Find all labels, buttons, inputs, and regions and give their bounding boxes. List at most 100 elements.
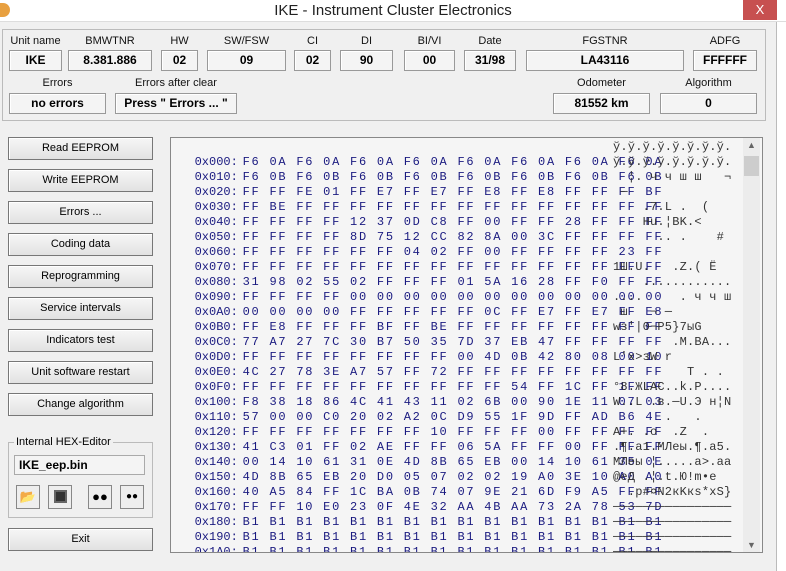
hex-row[interactable]: 0x0C0: 77 A7 27 7C 30 B7 50 35 7D 37 EB 4… [173, 320, 702, 349]
hex-row[interactable]: 0x0F0: FF FF FF FF FF FF FF FF FF FF 54 F… [173, 365, 724, 394]
indicators-test-button[interactable]: Indicators test [8, 329, 153, 352]
algorithm-field: 0 [660, 93, 757, 114]
hex-row[interactable]: 0x140: 00 14 10 61 31 0E 4D 8B 65 EB 00 1… [173, 440, 732, 469]
vertical-scrollbar[interactable]: ▲ ▼ [743, 138, 760, 552]
hex-row[interactable]: 0x190: B1 B1 B1 B1 B1 B1 B1 B1 B1 B1 B1 B… [173, 515, 732, 544]
ascii-text[interactable]: .M.BA... [613, 335, 743, 350]
bi-vi-label: BI/VI [417, 35, 442, 47]
hex-row[interactable]: 0x180: B1 B1 B1 B1 B1 B1 B1 B1 B1 B1 B1 B… [173, 500, 732, 529]
find-next-binoculars-icon[interactable]: ●● [120, 485, 144, 509]
close-button[interactable]: X [743, 0, 777, 20]
write-eeprom-button[interactable]: Write EEPROM [8, 169, 153, 192]
ci-label: CI [307, 35, 318, 47]
read-eeprom-button[interactable]: Read EEPROM [8, 137, 153, 160]
date-field: 31/98 [464, 50, 516, 71]
scroll-thumb[interactable] [744, 156, 759, 176]
hex-row[interactable]: 0x120: FF FF FF FF FF FF FF 10 FF FF FF 0… [173, 410, 702, 439]
fgstnr-label: FGSTNR [582, 35, 628, 47]
ascii-text[interactable]: °8.ЖLAC..k.P.... [613, 380, 743, 395]
date-label: Date [478, 35, 502, 47]
ascii-text[interactable]: ──────────────── [613, 515, 743, 530]
ascii-text[interactable]: 1Ш.U. .Z.( Ё [613, 260, 743, 275]
ascii-text[interactable]: ш ¬ ─ [613, 305, 743, 320]
sw-fsw-field: 09 [207, 50, 286, 71]
ascii-text[interactable]: . . [613, 410, 743, 425]
hex-row[interactable]: 0x1A0: B1 B1 B1 B1 B1 B1 B1 B1 B1 B1 B1 B… [173, 530, 732, 552]
hex-row[interactable]: 0x040: FF FF FF FF 12 37 0D C8 FF 00 FF F… [173, 200, 709, 229]
ascii-text[interactable]: .7.L . ( [613, 200, 743, 215]
hex-row[interactable]: 0x150: 4D 8B 65 EB 20 D0 05 07 02 02 19 A… [173, 455, 732, 484]
background-window [776, 22, 786, 571]
hw-label: HW [170, 35, 189, 47]
hex-row[interactable]: 0x020: FF FF FE 01 FF E7 FF E7 FF E8 FF E… [173, 170, 732, 199]
ascii-text[interactable]: ............ [613, 275, 743, 290]
hw-field: 02 [161, 50, 198, 71]
ascii-text[interactable]: T . . [613, 365, 743, 380]
hex-row[interactable]: 0x000: F6 0A F6 0A F6 0A F6 0A F6 0A F6 0… [173, 140, 732, 169]
hex-row[interactable]: 0x110: 57 00 00 C0 20 02 A2 0C D9 55 1F 9… [173, 395, 732, 424]
hex-row[interactable]: 0x100: F8 38 18 86 4C 41 43 11 02 6B 00 9… [173, 380, 732, 409]
hex-row[interactable]: 0x0D0: FF FF FF FF FF FF FF FF 00 4D 0B 4… [173, 335, 732, 364]
ascii-text[interactable]: A+. .о .Z . [613, 425, 743, 440]
ascii-text[interactable]: ¦. ч ч ш ш ¬ [613, 170, 743, 185]
hex-row[interactable]: 0x080: 31 98 02 55 02 FF FF FF 01 5A 16 2… [173, 260, 717, 289]
ascii-text[interactable]: ў.ў.ў.ў.ў.ў.ў.ў. [613, 155, 743, 170]
bmwtnr-label: BMWTNR [85, 35, 135, 47]
errors-button[interactable]: Errors ... [8, 201, 153, 224]
di-field: 90 [340, 50, 393, 71]
reprogramming-button[interactable]: Reprogramming [8, 265, 153, 288]
ascii-text[interactable]: МЛеы ¦.....a>.aa [613, 455, 743, 470]
unit-name-field: IKE [9, 50, 62, 71]
ascii-text[interactable]: .... . ч ч ш [613, 290, 743, 305]
title-bar: IKE - Instrument Cluster Electronics X [0, 0, 786, 22]
hex-row[interactable]: 0x0A0: 00 00 00 00 FF FF FF FF FF 0C FF E… [173, 290, 732, 319]
open-folder-icon[interactable]: 📂 [16, 485, 40, 509]
filename-field: IKE_eep.bin [14, 455, 145, 475]
ascii-text[interactable]: .. . # [613, 230, 743, 245]
unit-software-restart-button[interactable]: Unit software restart [8, 361, 153, 384]
service-intervals-button[interactable]: Service intervals [8, 297, 153, 320]
scroll-up-icon[interactable]: ▲ [743, 140, 760, 150]
ascii-text[interactable]: .р#¤N2кKкs*xS} [613, 485, 743, 500]
hex-row[interactable]: 0x160: 40 A5 84 FF 1C BA 0B 74 07 9E 21 6… [173, 470, 717, 499]
hex-row[interactable]: 0x1B0:B1 B1 B1 B1 B1 B1 B1 B1 B1 B1 B1 B… [173, 545, 731, 552]
save-disk-icon[interactable] [48, 485, 72, 509]
sw-fsw-label: SW/FSW [223, 35, 270, 47]
ascii-text[interactable]: W..L .в.─U.Э н¦N [613, 395, 743, 410]
adfg-field: FFFFFF [693, 50, 757, 71]
ascii-text[interactable]: @еД .¦.t.Ю!m•е [613, 470, 743, 485]
hex-row[interactable]: 0x030: FF BE FF FF FF FF FF FF FF FF FF F… [173, 185, 663, 214]
find-binoculars-icon[interactable]: ●● [88, 485, 112, 509]
hex-row[interactable]: 0x010: F6 0B F6 0B F6 0B F6 0B F6 0B F6 0… [173, 155, 732, 184]
hex-row[interactable]: 0x0E0: 4C 27 78 3E A7 57 FF 72 FF FF FF F… [173, 350, 672, 379]
ascii-text[interactable]: ─ [613, 185, 743, 200]
change-algorithm-button[interactable]: Change algorithm [8, 393, 153, 416]
ascii-text[interactable]: ──────────────── [613, 530, 743, 545]
ascii-text[interactable]: .¶.a1.МЛеы.¶.a5. [613, 440, 743, 455]
hex-row[interactable]: 0x050: FF FF FF FF 8D 75 12 CC 82 8A 00 3… [173, 215, 702, 244]
di-label: DI [361, 35, 372, 47]
exit-button[interactable]: Exit [8, 528, 153, 551]
ascii-text[interactable]: ──────────────── [613, 500, 743, 515]
ascii-text[interactable]: ──────────────── [613, 545, 743, 552]
ascii-text[interactable]: wз'|0¬P5}7ыG [613, 320, 743, 335]
coding-data-button[interactable]: Coding data [8, 233, 153, 256]
hex-row[interactable]: 0x0B0: FF E8 FF FF FF BF FF BE FF FF FF F… [173, 305, 672, 334]
hex-row[interactable]: 0x070: FF FF FF FF FF FF FF FF FF FF FF F… [173, 245, 663, 274]
hex-editor-view[interactable]: 0x000: F6 0A F6 0A F6 0A F6 0A F6 0A F6 0… [170, 137, 763, 553]
algorithm-label: Algorithm [685, 77, 732, 89]
hex-row[interactable]: 0x170: FF FF 10 E0 23 0F 4E 32 AA 4B AA 7… [173, 485, 732, 514]
hex-row[interactable]: 0x090: FF FF FF FF 00 00 00 00 00 00 00 0… [173, 275, 732, 304]
hex-row[interactable]: 0x130: 41 C3 01 FF 02 AE FF FF 06 5A FF F… [173, 425, 709, 454]
odometer-label: Odometer [577, 77, 626, 89]
errors-field: no errors [9, 93, 106, 114]
ascii-text[interactable]: ў.ў.ў.ў.ў.ў.ў.ў. [613, 140, 743, 155]
hex-editor-group-label: Internal HEX-Editor [14, 436, 113, 448]
window-title: IKE - Instrument Cluster Electronics [274, 2, 512, 19]
bi-vi-field: 00 [404, 50, 455, 71]
ascii-text[interactable]: L'x>зW r [613, 350, 743, 365]
hex-row[interactable]: 0x060: FF FF FF FF FF FF 04 02 FF 00 FF F… [173, 230, 724, 259]
unit-name-label: Unit name [10, 35, 61, 47]
scroll-down-icon[interactable]: ▼ [743, 540, 760, 550]
ascii-text[interactable]: Hu.¦BK.< [613, 215, 743, 230]
